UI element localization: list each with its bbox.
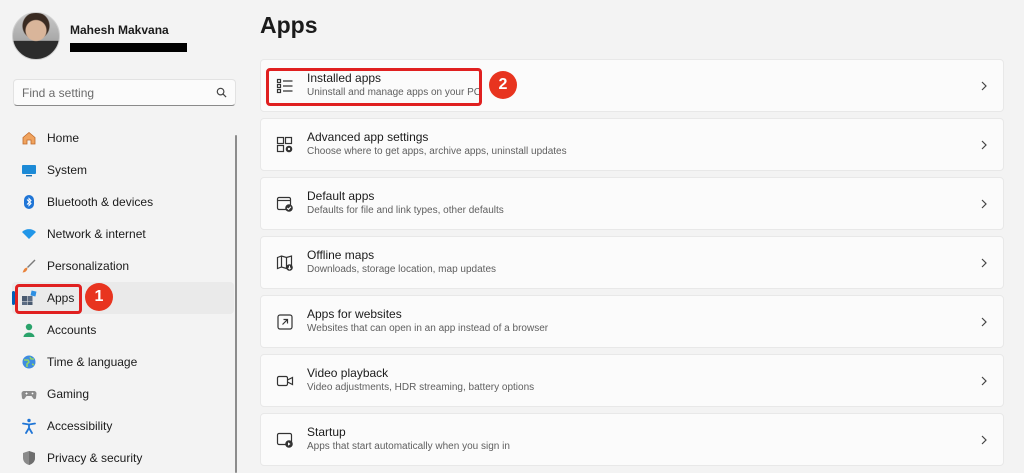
sidebar-item-label: Accessibility <box>47 419 113 433</box>
home-icon <box>20 129 38 147</box>
card-title: Default apps <box>307 189 375 203</box>
startup-icon <box>275 430 295 450</box>
sidebar-item-network[interactable]: Network & internet <box>12 218 234 250</box>
sidebar-item-gaming[interactable]: Gaming <box>12 378 234 410</box>
sidebar-item-accessibility[interactable]: Accessibility <box>12 410 234 442</box>
system-icon <box>20 161 38 179</box>
video-icon <box>275 371 295 391</box>
sidebar-item-home[interactable]: Home <box>12 122 234 154</box>
search-icon[interactable] <box>215 87 227 99</box>
profile-name: Mahesh Makvana <box>70 23 169 37</box>
chevron-right-icon <box>969 81 999 91</box>
open-external-icon <box>275 312 295 332</box>
step-badge-1: 1 <box>85 283 113 311</box>
card-title: Advanced app settings <box>307 130 429 144</box>
card-video-playback[interactable]: Video playback Video adjustments, HDR st… <box>260 354 1004 407</box>
chevron-right-icon <box>969 258 999 268</box>
sidebar-item-time-language[interactable]: Time & language <box>12 346 234 378</box>
sidebar: Mahesh Makvana Find a setting Home Syste… <box>0 0 240 473</box>
page-title: Apps <box>260 12 318 38</box>
chevron-right-icon <box>969 435 999 445</box>
highlight-apps <box>15 284 82 314</box>
sidebar-item-personalization[interactable]: Personalization <box>12 250 234 282</box>
shield-icon <box>20 449 38 467</box>
card-title: Video playback <box>307 366 389 380</box>
gamepad-icon <box>20 385 38 403</box>
card-description: Video adjustments, HDR streaming, batter… <box>307 382 535 393</box>
sidebar-item-label: System <box>47 163 88 177</box>
step-badge-2: 2 <box>489 71 517 99</box>
sidebar-item-bluetooth[interactable]: Bluetooth & devices <box>12 186 234 218</box>
sidebar-item-accounts[interactable]: Accounts <box>12 314 234 346</box>
network-icon <box>20 225 38 243</box>
card-description: Websites that can open in an app instead… <box>307 323 549 334</box>
sidebar-item-label: Personalization <box>47 259 130 273</box>
card-apps-for-websites[interactable]: Apps for websites Websites that can open… <box>260 295 1004 348</box>
user-profile[interactable]: Mahesh Makvana <box>12 12 187 60</box>
sidebar-item-label: Gaming <box>47 387 90 401</box>
chevron-right-icon <box>969 317 999 327</box>
globe-icon <box>20 353 38 371</box>
sidebar-item-label: Bluetooth & devices <box>47 195 154 209</box>
card-description: Downloads, storage location, map updates <box>307 264 497 275</box>
card-default-apps[interactable]: Default apps Defaults for file and link … <box>260 177 1004 230</box>
chevron-right-icon <box>969 140 999 150</box>
bluetooth-icon <box>20 193 38 211</box>
sidebar-item-label: Accounts <box>47 323 97 337</box>
chevron-right-icon <box>969 199 999 209</box>
sidebar-item-label: Network & internet <box>47 227 146 241</box>
card-description: Choose where to get apps, archive apps, … <box>307 146 567 157</box>
redacted-email <box>70 43 187 52</box>
search-input[interactable]: Find a setting <box>13 79 236 106</box>
card-title: Startup <box>307 425 346 439</box>
map-icon <box>275 253 295 273</box>
settings-card-list: Installed apps Uninstall and manage apps… <box>260 59 1004 472</box>
brush-icon <box>20 257 38 275</box>
card-description: Defaults for file and link types, other … <box>307 205 504 216</box>
sidebar-item-label: Privacy & security <box>47 451 143 465</box>
app-settings-icon <box>275 135 295 155</box>
sidebar-item-label: Time & language <box>47 355 138 369</box>
card-startup[interactable]: Startup Apps that start automatically wh… <box>260 413 1004 466</box>
avatar[interactable] <box>12 12 60 60</box>
sidebar-item-label: Home <box>47 131 80 145</box>
card-title: Offline maps <box>307 248 375 262</box>
card-description: Apps that start automatically when you s… <box>307 441 510 452</box>
sidebar-scrollbar[interactable] <box>235 135 237 473</box>
search-placeholder: Find a setting <box>22 85 95 100</box>
highlight-installed-apps <box>266 68 482 106</box>
accounts-icon <box>20 321 38 339</box>
sidebar-item-privacy-security[interactable]: Privacy & security <box>12 442 234 473</box>
chevron-right-icon <box>969 376 999 386</box>
default-apps-icon <box>275 194 295 214</box>
card-advanced-app-settings[interactable]: Advanced app settings Choose where to ge… <box>260 118 1004 171</box>
card-offline-maps[interactable]: Offline maps Downloads, storage location… <box>260 236 1004 289</box>
accessibility-icon <box>20 417 38 435</box>
card-title: Apps for websites <box>307 307 402 321</box>
sidebar-item-system[interactable]: System <box>12 154 234 186</box>
